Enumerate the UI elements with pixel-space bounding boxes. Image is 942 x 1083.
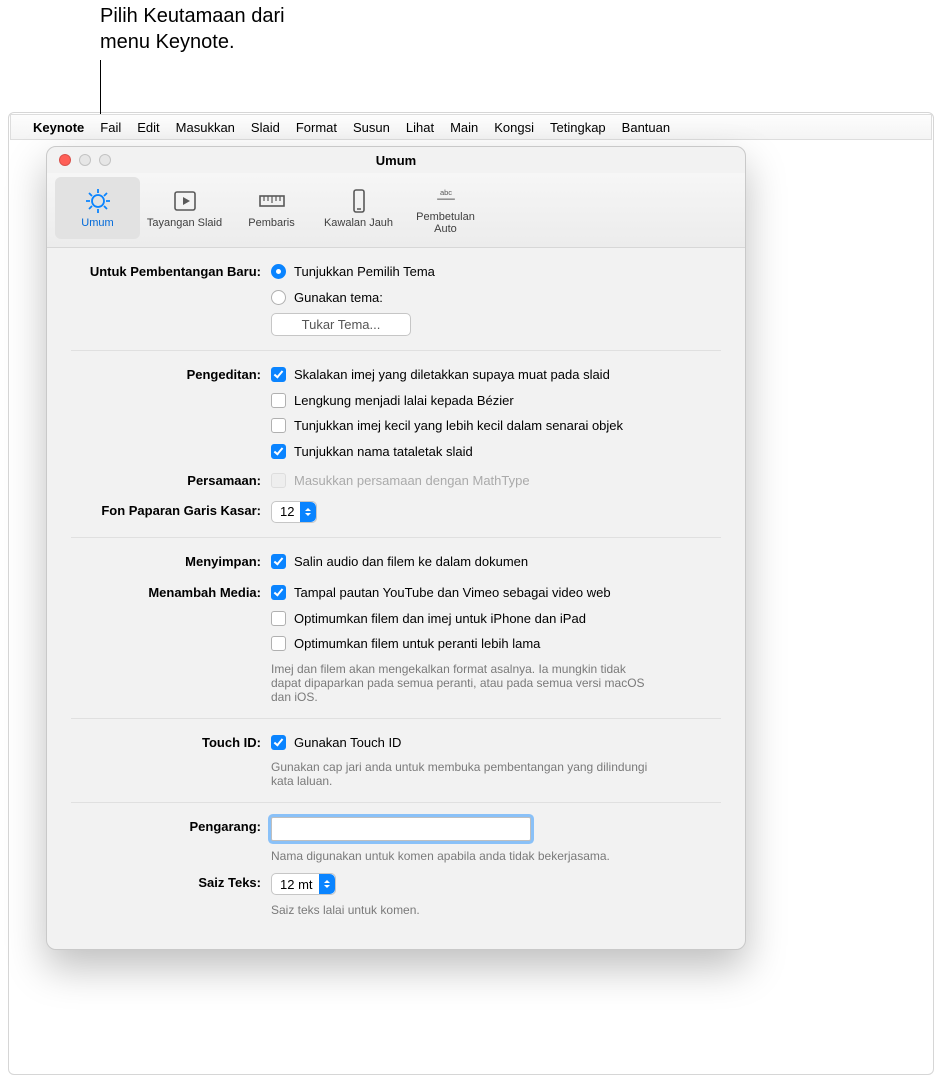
radio-show-theme-chooser[interactable]: Tunjukkan Pemilih Tema xyxy=(271,262,721,282)
check-paste-web-video[interactable]: Tampal pautan YouTube dan Vimeo sebagai … xyxy=(271,583,721,603)
menubar: Keynote Fail Edit Masukkan Slaid Format … xyxy=(10,114,932,140)
abc-icon: abc xyxy=(431,181,461,209)
touch-id-note: Gunakan cap jari anda untuk membuka pemb… xyxy=(271,760,651,788)
tab-kawalan-label: Kawalan Jauh xyxy=(324,217,393,229)
label-outline-font: Fon Paparan Garis Kasar: xyxy=(71,501,271,518)
select-outline-font-size[interactable]: 12 xyxy=(271,501,317,523)
radio-use-theme[interactable]: Gunakan tema: xyxy=(271,288,721,308)
radio-use-theme-label: Gunakan tema: xyxy=(294,288,383,308)
checkbox-indicator xyxy=(271,611,286,626)
tab-pembetulan-label: Pembetulan Auto xyxy=(405,211,486,235)
author-note: Nama digunakan untuk komen apabila anda … xyxy=(271,849,651,863)
check-touch-id-label: Gunakan Touch ID xyxy=(294,733,401,753)
tab-kawalan-jauh[interactable]: Kawalan Jauh xyxy=(316,177,401,239)
select-text-size-value: 12 mt xyxy=(280,877,313,892)
menu-format[interactable]: Format xyxy=(296,120,337,135)
menu-susun[interactable]: Susun xyxy=(353,120,390,135)
select-text-size[interactable]: 12 mt xyxy=(271,873,336,895)
label-saving: Menyimpan: xyxy=(71,552,271,569)
check-paste-web-label: Tampal pautan YouTube dan Vimeo sebagai … xyxy=(294,583,611,603)
tab-pembaris-label: Pembaris xyxy=(248,217,294,229)
check-optimize-ios[interactable]: Optimumkan filem dan imej untuk iPhone d… xyxy=(271,609,721,629)
author-field[interactable] xyxy=(271,817,531,841)
menu-main[interactable]: Main xyxy=(450,120,478,135)
menu-masukkan[interactable]: Masukkan xyxy=(176,120,235,135)
checkbox-indicator xyxy=(271,585,286,600)
checkbox-indicator xyxy=(271,735,286,750)
check-optimize-old[interactable]: Optimumkan filem untuk peranti lebih lam… xyxy=(271,634,721,654)
stepper-arrows-icon xyxy=(319,874,335,894)
label-editing: Pengeditan: xyxy=(71,365,271,382)
label-author: Pengarang: xyxy=(71,817,271,834)
media-note: Imej dan filem akan mengekalkan format a… xyxy=(271,662,651,704)
check-use-touch-id[interactable]: Gunakan Touch ID xyxy=(271,733,721,753)
preferences-window: Umum Umum Tayangan Slaid Pembaris Kawal xyxy=(46,146,746,950)
menu-fail[interactable]: Fail xyxy=(100,120,121,135)
checkbox-indicator xyxy=(271,554,286,569)
phone-icon xyxy=(344,187,374,215)
check-copy-media[interactable]: Salin audio dan filem ke dalam dokumen xyxy=(271,552,721,572)
check-optimize-old-label: Optimumkan filem untuk peranti lebih lam… xyxy=(294,634,540,654)
label-new-presentation: Untuk Pembentangan Baru: xyxy=(71,262,271,279)
check-small-thumbs-label: Tunjukkan imej kecil yang lebih kecil da… xyxy=(294,416,623,436)
label-text-size: Saiz Teks: xyxy=(71,873,271,890)
tab-umum[interactable]: Umum xyxy=(55,177,140,239)
check-copy-media-label: Salin audio dan filem ke dalam dokumen xyxy=(294,552,528,572)
label-adding-media: Menambah Media: xyxy=(71,583,271,600)
tab-umum-label: Umum xyxy=(81,217,113,229)
tab-pembaris[interactable]: Pembaris xyxy=(229,177,314,239)
callout-text: Pilih Keutamaan dari menu Keynote. xyxy=(100,3,285,55)
prefs-toolbar: Umum Tayangan Slaid Pembaris Kawalan Jau… xyxy=(47,173,745,248)
label-equations: Persamaan: xyxy=(71,471,271,488)
change-theme-button[interactable]: Tukar Tema... xyxy=(271,313,411,336)
ruler-icon xyxy=(257,187,287,215)
radio-indicator xyxy=(271,290,286,305)
menu-lihat[interactable]: Lihat xyxy=(406,120,434,135)
checkbox-indicator xyxy=(271,418,286,433)
tab-pembetulan-auto[interactable]: abc Pembetulan Auto xyxy=(403,177,488,239)
menu-keynote[interactable]: Keynote xyxy=(33,120,84,135)
select-outline-font-value: 12 xyxy=(280,504,294,519)
checkbox-indicator xyxy=(271,636,286,651)
callout-line xyxy=(100,60,101,120)
tab-tayangan-slaid[interactable]: Tayangan Slaid xyxy=(142,177,227,239)
check-scale-images-label: Skalakan imej yang diletakkan supaya mua… xyxy=(294,365,610,385)
radio-indicator xyxy=(271,264,286,279)
check-mathtype: Masukkan persamaan dengan MathType xyxy=(271,471,721,491)
play-icon xyxy=(170,187,200,215)
menu-kongsi[interactable]: Kongsi xyxy=(494,120,534,135)
check-optimize-ios-label: Optimumkan filem dan imej untuk iPhone d… xyxy=(294,609,586,629)
gear-icon xyxy=(83,187,113,215)
check-mathtype-label: Masukkan persamaan dengan MathType xyxy=(294,471,530,491)
check-scale-images[interactable]: Skalakan imej yang diletakkan supaya mua… xyxy=(271,365,721,385)
checkbox-indicator xyxy=(271,473,286,488)
menu-bantuan[interactable]: Bantuan xyxy=(622,120,670,135)
check-curves-bezier-label: Lengkung menjadi lalai kepada Bézier xyxy=(294,391,514,411)
menu-edit[interactable]: Edit xyxy=(137,120,159,135)
checkbox-indicator xyxy=(271,393,286,408)
checkbox-indicator xyxy=(271,367,286,382)
window-title: Umum xyxy=(47,153,745,168)
prefs-pane: Untuk Pembentangan Baru: Tunjukkan Pemil… xyxy=(47,248,745,949)
svg-text:abc: abc xyxy=(439,188,451,197)
stepper-arrows-icon xyxy=(300,502,316,522)
check-layout-names-label: Tunjukkan nama tataletak slaid xyxy=(294,442,473,462)
label-touch-id: Touch ID: xyxy=(71,733,271,750)
check-layout-names[interactable]: Tunjukkan nama tataletak slaid xyxy=(271,442,721,462)
menu-tetingkap[interactable]: Tetingkap xyxy=(550,120,606,135)
menu-slaid[interactable]: Slaid xyxy=(251,120,280,135)
text-size-note: Saiz teks lalai untuk komen. xyxy=(271,903,651,917)
checkbox-indicator xyxy=(271,444,286,459)
check-curves-bezier[interactable]: Lengkung menjadi lalai kepada Bézier xyxy=(271,391,721,411)
tab-tayangan-label: Tayangan Slaid xyxy=(147,217,222,229)
check-small-thumbs[interactable]: Tunjukkan imej kecil yang lebih kecil da… xyxy=(271,416,721,436)
radio-show-chooser-label: Tunjukkan Pemilih Tema xyxy=(294,262,435,282)
titlebar: Umum xyxy=(47,147,745,173)
